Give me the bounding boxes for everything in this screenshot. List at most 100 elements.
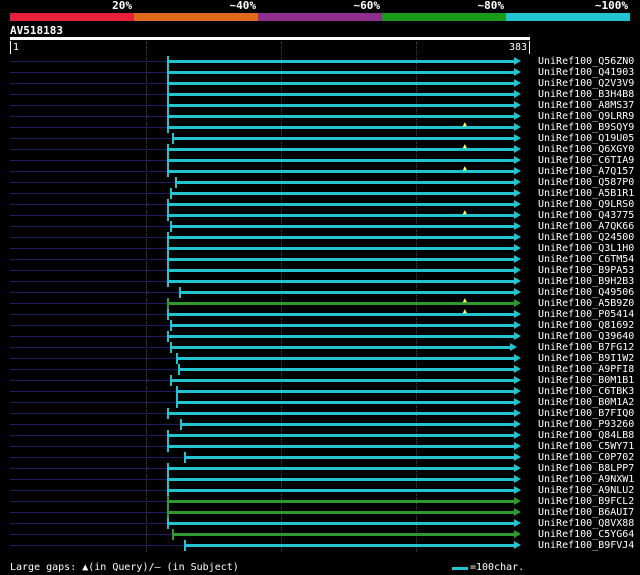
hit-label[interactable]: UniRef100_B7FG12: [538, 342, 634, 353]
hit-row[interactable]: UniRef100_C6TBK3: [0, 386, 640, 397]
hit-row[interactable]: UniRef100_B7FIQ0: [0, 408, 640, 419]
hit-label[interactable]: UniRef100_B0M1B1: [538, 375, 634, 386]
alignment-bar[interactable]: [172, 533, 514, 536]
hit-row[interactable]: UniRef100_Q587P0: [0, 177, 640, 188]
hit-label[interactable]: UniRef100_A9NXW1: [538, 474, 634, 485]
hit-row[interactable]: UniRef100_B9PA53: [0, 265, 640, 276]
alignment-bar[interactable]: [184, 456, 514, 459]
hit-label[interactable]: UniRef100_Q39640: [538, 331, 634, 342]
alignment-bar[interactable]: [167, 412, 514, 415]
hit-label[interactable]: UniRef100_A9PFI8: [538, 364, 634, 375]
hit-label[interactable]: UniRef100_Q41903: [538, 67, 634, 78]
hit-row[interactable]: UniRef100_B0M1B1: [0, 375, 640, 386]
hit-label[interactable]: UniRef100_B9H2B3: [538, 276, 634, 287]
alignment-bar[interactable]: [167, 522, 514, 525]
alignment-bar[interactable]: [167, 478, 514, 481]
hit-label[interactable]: UniRef100_Q84LB8: [538, 430, 634, 441]
hit-label[interactable]: UniRef100_A8MS37: [538, 100, 634, 111]
hit-row[interactable]: UniRef100_Q39640: [0, 331, 640, 342]
hit-label[interactable]: UniRef100_C6TM54: [538, 254, 634, 265]
alignment-bar[interactable]: [167, 500, 514, 503]
hit-row[interactable]: UniRef100_A9NXW1: [0, 474, 640, 485]
alignment-bar[interactable]: [167, 434, 514, 437]
alignment-bar[interactable]: [169, 192, 514, 195]
hit-row[interactable]: UniRef100_Q9LRR9: [0, 111, 640, 122]
hit-label[interactable]: UniRef100_Q2V3V9: [538, 78, 634, 89]
hit-label[interactable]: UniRef100_P05414: [538, 309, 634, 320]
hit-row[interactable]: UniRef100_Q41903: [0, 67, 640, 78]
hit-row[interactable]: UniRef100_Q3L1H0: [0, 243, 640, 254]
alignment-bar[interactable]: [169, 379, 514, 382]
alignment-bar[interactable]: [180, 423, 514, 426]
hit-label[interactable]: UniRef100_B6AUI7: [538, 507, 634, 518]
alignment-bar[interactable]: [184, 544, 514, 547]
hit-row[interactable]: UniRef100_C6TM54: [0, 254, 640, 265]
alignment-bar[interactable]: [167, 159, 514, 162]
hit-label[interactable]: UniRef100_C0P702: [538, 452, 634, 463]
hit-row[interactable]: UniRef100_C6TIA9: [0, 155, 640, 166]
hit-row[interactable]: UniRef100_C5YG64: [0, 529, 640, 540]
hit-row[interactable]: UniRef100_B9FCL2: [0, 496, 640, 507]
hit-label[interactable]: UniRef100_Q56ZN0: [538, 56, 634, 67]
hit-label[interactable]: UniRef100_Q81692: [538, 320, 634, 331]
hit-label[interactable]: UniRef100_Q24500: [538, 232, 634, 243]
hit-row[interactable]: UniRef100_B0M1A2: [0, 397, 640, 408]
hit-row[interactable]: ▲ UniRef100_Q6XGY0: [0, 143, 640, 155]
hit-label[interactable]: UniRef100_P93260: [538, 419, 634, 430]
alignment-bar[interactable]: [167, 115, 514, 118]
hit-row[interactable]: UniRef100_Q81692: [0, 320, 640, 331]
hit-row[interactable]: UniRef100_Q2V3V9: [0, 78, 640, 89]
hit-row[interactable]: UniRef100_Q49506: [0, 287, 640, 298]
alignment-bar[interactable]: [179, 291, 514, 294]
hit-row[interactable]: UniRef100_A8MS37: [0, 100, 640, 111]
hit-label[interactable]: UniRef100_Q9LRR9: [538, 111, 634, 122]
hit-row[interactable]: UniRef100_A5B1R1: [0, 188, 640, 199]
hit-row[interactable]: UniRef100_B9FVJ4: [0, 540, 640, 551]
hit-label[interactable]: UniRef100_B3H4B8: [538, 89, 634, 100]
hit-row[interactable]: UniRef100_C5WY71: [0, 441, 640, 452]
hit-row[interactable]: UniRef100_B6AUI7: [0, 507, 640, 518]
hit-label[interactable]: UniRef100_B8LPP7: [538, 463, 634, 474]
hit-label[interactable]: UniRef100_C5WY71: [538, 441, 634, 452]
alignment-bar[interactable]: [167, 93, 514, 96]
hit-label[interactable]: UniRef100_C5YG64: [538, 529, 634, 540]
hit-label[interactable]: UniRef100_B9FVJ4: [538, 540, 634, 551]
alignment-bar[interactable]: [167, 236, 514, 239]
hit-row[interactable]: UniRef100_B9H2B3: [0, 276, 640, 287]
hit-label[interactable]: UniRef100_B9FCL2: [538, 496, 634, 507]
hit-row[interactable]: ▲ UniRef100_Q43775: [0, 209, 640, 221]
hit-label[interactable]: UniRef100_B7FIQ0: [538, 408, 634, 419]
alignment-bar[interactable]: [169, 324, 514, 327]
hit-row[interactable]: UniRef100_P93260: [0, 419, 640, 430]
hit-label[interactable]: UniRef100_C6TIA9: [538, 155, 634, 166]
hit-label[interactable]: UniRef100_Q19U05: [538, 133, 634, 144]
hit-row[interactable]: UniRef100_Q56ZN0: [0, 56, 640, 67]
hit-row[interactable]: UniRef100_Q84LB8: [0, 430, 640, 441]
hit-label[interactable]: UniRef100_B0M1A2: [538, 397, 634, 408]
hit-label[interactable]: UniRef100_A9NLU2: [538, 485, 634, 496]
alignment-bar[interactable]: [167, 258, 514, 261]
alignment-bar[interactable]: [167, 280, 514, 283]
alignment-bar[interactable]: [167, 104, 514, 107]
hit-label[interactable]: UniRef100_B9PA53: [538, 265, 634, 276]
hit-label[interactable]: UniRef100_Q49506: [538, 287, 634, 298]
hit-label[interactable]: UniRef100_B9I1W2: [538, 353, 634, 364]
hit-label[interactable]: UniRef100_A5B1R1: [538, 188, 634, 199]
hit-row[interactable]: UniRef100_Q24500: [0, 232, 640, 243]
hit-row[interactable]: ▲ UniRef100_A7Q157: [0, 165, 640, 177]
alignment-bar[interactable]: [176, 357, 514, 360]
hit-row[interactable]: UniRef100_Q8VX88: [0, 518, 640, 529]
alignment-bar[interactable]: [167, 82, 514, 85]
hit-row[interactable]: ▲ UniRef100_A5B9Z0: [0, 297, 640, 309]
hit-row[interactable]: UniRef100_B9I1W2: [0, 353, 640, 364]
alignment-bar[interactable]: [167, 335, 514, 338]
hit-row[interactable]: UniRef100_C0P702: [0, 452, 640, 463]
hit-row[interactable]: UniRef100_Q9LRS0: [0, 199, 640, 210]
hit-row[interactable]: UniRef100_A9PFI8: [0, 364, 640, 375]
alignment-bar[interactable]: [177, 368, 514, 371]
hit-label[interactable]: UniRef100_A5B9Z0: [538, 298, 634, 309]
alignment-bar[interactable]: [176, 401, 514, 404]
hit-label[interactable]: UniRef100_Q43775: [538, 210, 634, 221]
hit-label[interactable]: UniRef100_A7Q157: [538, 166, 634, 177]
alignment-bar[interactable]: [167, 467, 514, 470]
